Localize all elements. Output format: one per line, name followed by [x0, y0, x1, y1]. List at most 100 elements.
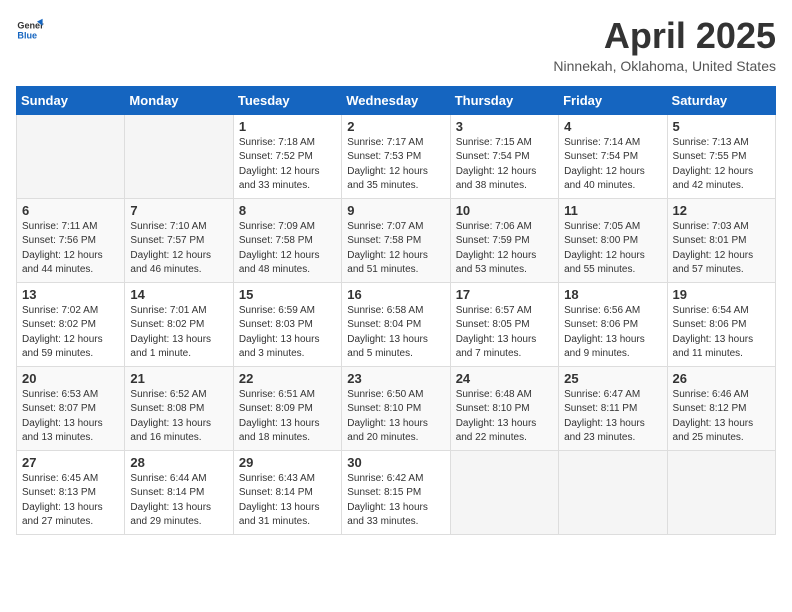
calendar-cell: 1 Sunrise: 7:18 AM Sunset: 7:52 PM Daylig…	[233, 114, 341, 198]
day-number: 25	[564, 371, 661, 386]
day-number: 16	[347, 287, 444, 302]
day-number: 14	[130, 287, 227, 302]
day-info: Sunrise: 6:52 AM Sunset: 8:08 PM Dayligh…	[130, 388, 227, 446]
calendar-cell: 13Sunrise: 7:02 AM Sunset: 8:02 PM Dayli…	[17, 282, 125, 366]
calendar-cell	[125, 114, 233, 198]
title-block: April 2025 Ninnekah, Oklahoma, United St…	[553, 16, 776, 74]
calendar-cell: 2 Sunrise: 7:17 AM Sunset: 7:53 PM Daylig…	[342, 114, 450, 198]
calendar: SundayMondayTuesdayWednesdayThursdayFrid…	[16, 86, 776, 535]
day-header-saturday: Saturday	[667, 86, 775, 114]
day-number: 11	[564, 203, 661, 218]
calendar-header-row: SundayMondayTuesdayWednesdayThursdayFrid…	[17, 86, 776, 114]
day-info: Sunrise: 6:50 AM Sunset: 8:10 PM Dayligh…	[347, 388, 444, 446]
calendar-cell: 14 Sunrise: 7:01 AM Sunset: 8:02 PM Dayli…	[125, 282, 233, 366]
calendar-cell: 26 Sunrise: 6:46 AM Sunset: 8:12 PM Dayli…	[667, 366, 775, 450]
day-info: Sunrise: 7:02 AM Sunset: 8:02 PM Dayligh…	[22, 304, 119, 362]
calendar-cell: 20 Sunrise: 6:53 AM Sunset: 8:07 PM Dayli…	[17, 366, 125, 450]
calendar-cell: 5Sunrise: 7:13 AM Sunset: 7:55 PM Daylig…	[667, 114, 775, 198]
day-header-wednesday: Wednesday	[342, 86, 450, 114]
day-info: Sunrise: 7:17 AM Sunset: 7:53 PM Dayligh…	[347, 136, 444, 194]
day-info: Sunrise: 6:54 AM Sunset: 8:06 PM Dayligh…	[673, 304, 770, 362]
calendar-cell: 23 Sunrise: 6:50 AM Sunset: 8:10 PM Dayli…	[342, 366, 450, 450]
day-info: Sunrise: 6:44 AM Sunset: 8:14 PM Dayligh…	[130, 472, 227, 530]
day-number: 6	[22, 203, 119, 218]
day-info: Sunrise: 7:06 AM Sunset: 7:59 PM Dayligh…	[456, 220, 553, 278]
calendar-cell: 18Sunrise: 6:56 AM Sunset: 8:06 PM Dayli…	[559, 282, 667, 366]
calendar-cell: 7Sunrise: 7:10 AM Sunset: 7:57 PM Daylig…	[125, 198, 233, 282]
day-number: 29	[239, 455, 336, 470]
day-number: 21	[130, 371, 227, 386]
calendar-cell: 29 Sunrise: 6:43 AM Sunset: 8:14 PM Dayli…	[233, 450, 341, 534]
calendar-cell: 28 Sunrise: 6:44 AM Sunset: 8:14 PM Dayli…	[125, 450, 233, 534]
calendar-cell: 17 Sunrise: 6:57 AM Sunset: 8:05 PM Dayli…	[450, 282, 558, 366]
day-info: Sunrise: 6:59 AM Sunset: 8:03 PM Dayligh…	[239, 304, 336, 362]
day-number: 10	[456, 203, 553, 218]
day-info: Sunrise: 7:18 AM Sunset: 7:52 PM Dayligh…	[239, 136, 336, 194]
day-info: Sunrise: 7:10 AM Sunset: 7:57 PM Dayligh…	[130, 220, 227, 278]
calendar-cell: 22Sunrise: 6:51 AM Sunset: 8:09 PM Dayli…	[233, 366, 341, 450]
calendar-cell: 9 Sunrise: 7:07 AM Sunset: 7:58 PM Daylig…	[342, 198, 450, 282]
day-info: Sunrise: 6:43 AM Sunset: 8:14 PM Dayligh…	[239, 472, 336, 530]
day-header-thursday: Thursday	[450, 86, 558, 114]
day-number: 22	[239, 371, 336, 386]
calendar-week-4: 20 Sunrise: 6:53 AM Sunset: 8:07 PM Dayli…	[17, 366, 776, 450]
svg-text:Blue: Blue	[17, 30, 37, 40]
subtitle: Ninnekah, Oklahoma, United States	[553, 58, 776, 74]
day-info: Sunrise: 7:07 AM Sunset: 7:58 PM Dayligh…	[347, 220, 444, 278]
day-info: Sunrise: 6:56 AM Sunset: 8:06 PM Dayligh…	[564, 304, 661, 362]
calendar-cell: 4Sunrise: 7:14 AM Sunset: 7:54 PM Daylig…	[559, 114, 667, 198]
day-number: 12	[673, 203, 770, 218]
day-header-monday: Monday	[125, 86, 233, 114]
day-info: Sunrise: 6:58 AM Sunset: 8:04 PM Dayligh…	[347, 304, 444, 362]
day-info: Sunrise: 7:09 AM Sunset: 7:58 PM Dayligh…	[239, 220, 336, 278]
calendar-cell: 27 Sunrise: 6:45 AM Sunset: 8:13 PM Dayli…	[17, 450, 125, 534]
calendar-cell: 30 Sunrise: 6:42 AM Sunset: 8:15 PM Dayli…	[342, 450, 450, 534]
calendar-cell	[559, 450, 667, 534]
day-header-friday: Friday	[559, 86, 667, 114]
calendar-cell: 12Sunrise: 7:03 AM Sunset: 8:01 PM Dayli…	[667, 198, 775, 282]
header: General Blue April 2025 Ninnekah, Oklaho…	[16, 16, 776, 74]
calendar-cell: 19 Sunrise: 6:54 AM Sunset: 8:06 PM Dayli…	[667, 282, 775, 366]
calendar-cell	[17, 114, 125, 198]
day-header-sunday: Sunday	[17, 86, 125, 114]
calendar-cell: 21 Sunrise: 6:52 AM Sunset: 8:08 PM Dayli…	[125, 366, 233, 450]
calendar-cell: 16 Sunrise: 6:58 AM Sunset: 8:04 PM Dayli…	[342, 282, 450, 366]
day-info: Sunrise: 7:15 AM Sunset: 7:54 PM Dayligh…	[456, 136, 553, 194]
calendar-cell: 11 Sunrise: 7:05 AM Sunset: 8:00 PM Dayli…	[559, 198, 667, 282]
day-number: 9	[347, 203, 444, 218]
day-number: 28	[130, 455, 227, 470]
logo: General Blue	[16, 16, 44, 44]
calendar-week-5: 27 Sunrise: 6:45 AM Sunset: 8:13 PM Dayli…	[17, 450, 776, 534]
day-info: Sunrise: 6:45 AM Sunset: 8:13 PM Dayligh…	[22, 472, 119, 530]
day-number: 17	[456, 287, 553, 302]
calendar-cell: 15Sunrise: 6:59 AM Sunset: 8:03 PM Dayli…	[233, 282, 341, 366]
day-info: Sunrise: 7:05 AM Sunset: 8:00 PM Dayligh…	[564, 220, 661, 278]
day-number: 23	[347, 371, 444, 386]
logo-icon: General Blue	[16, 16, 44, 44]
calendar-cell: 24Sunrise: 6:48 AM Sunset: 8:10 PM Dayli…	[450, 366, 558, 450]
day-number: 1	[239, 119, 336, 134]
day-number: 2	[347, 119, 444, 134]
day-number: 3	[456, 119, 553, 134]
day-number: 8	[239, 203, 336, 218]
day-info: Sunrise: 6:42 AM Sunset: 8:15 PM Dayligh…	[347, 472, 444, 530]
calendar-cell: 10 Sunrise: 7:06 AM Sunset: 7:59 PM Dayli…	[450, 198, 558, 282]
day-info: Sunrise: 6:57 AM Sunset: 8:05 PM Dayligh…	[456, 304, 553, 362]
day-info: Sunrise: 6:46 AM Sunset: 8:12 PM Dayligh…	[673, 388, 770, 446]
day-info: Sunrise: 6:53 AM Sunset: 8:07 PM Dayligh…	[22, 388, 119, 446]
calendar-cell: 8 Sunrise: 7:09 AM Sunset: 7:58 PM Daylig…	[233, 198, 341, 282]
day-number: 27	[22, 455, 119, 470]
day-number: 24	[456, 371, 553, 386]
day-info: Sunrise: 7:01 AM Sunset: 8:02 PM Dayligh…	[130, 304, 227, 362]
main-title: April 2025	[553, 16, 776, 56]
day-number: 30	[347, 455, 444, 470]
day-info: Sunrise: 7:13 AM Sunset: 7:55 PM Dayligh…	[673, 136, 770, 194]
calendar-cell: 6Sunrise: 7:11 AM Sunset: 7:56 PM Daylig…	[17, 198, 125, 282]
calendar-cell	[667, 450, 775, 534]
day-header-tuesday: Tuesday	[233, 86, 341, 114]
day-number: 19	[673, 287, 770, 302]
day-number: 4	[564, 119, 661, 134]
day-number: 20	[22, 371, 119, 386]
day-number: 26	[673, 371, 770, 386]
calendar-week-3: 13Sunrise: 7:02 AM Sunset: 8:02 PM Dayli…	[17, 282, 776, 366]
